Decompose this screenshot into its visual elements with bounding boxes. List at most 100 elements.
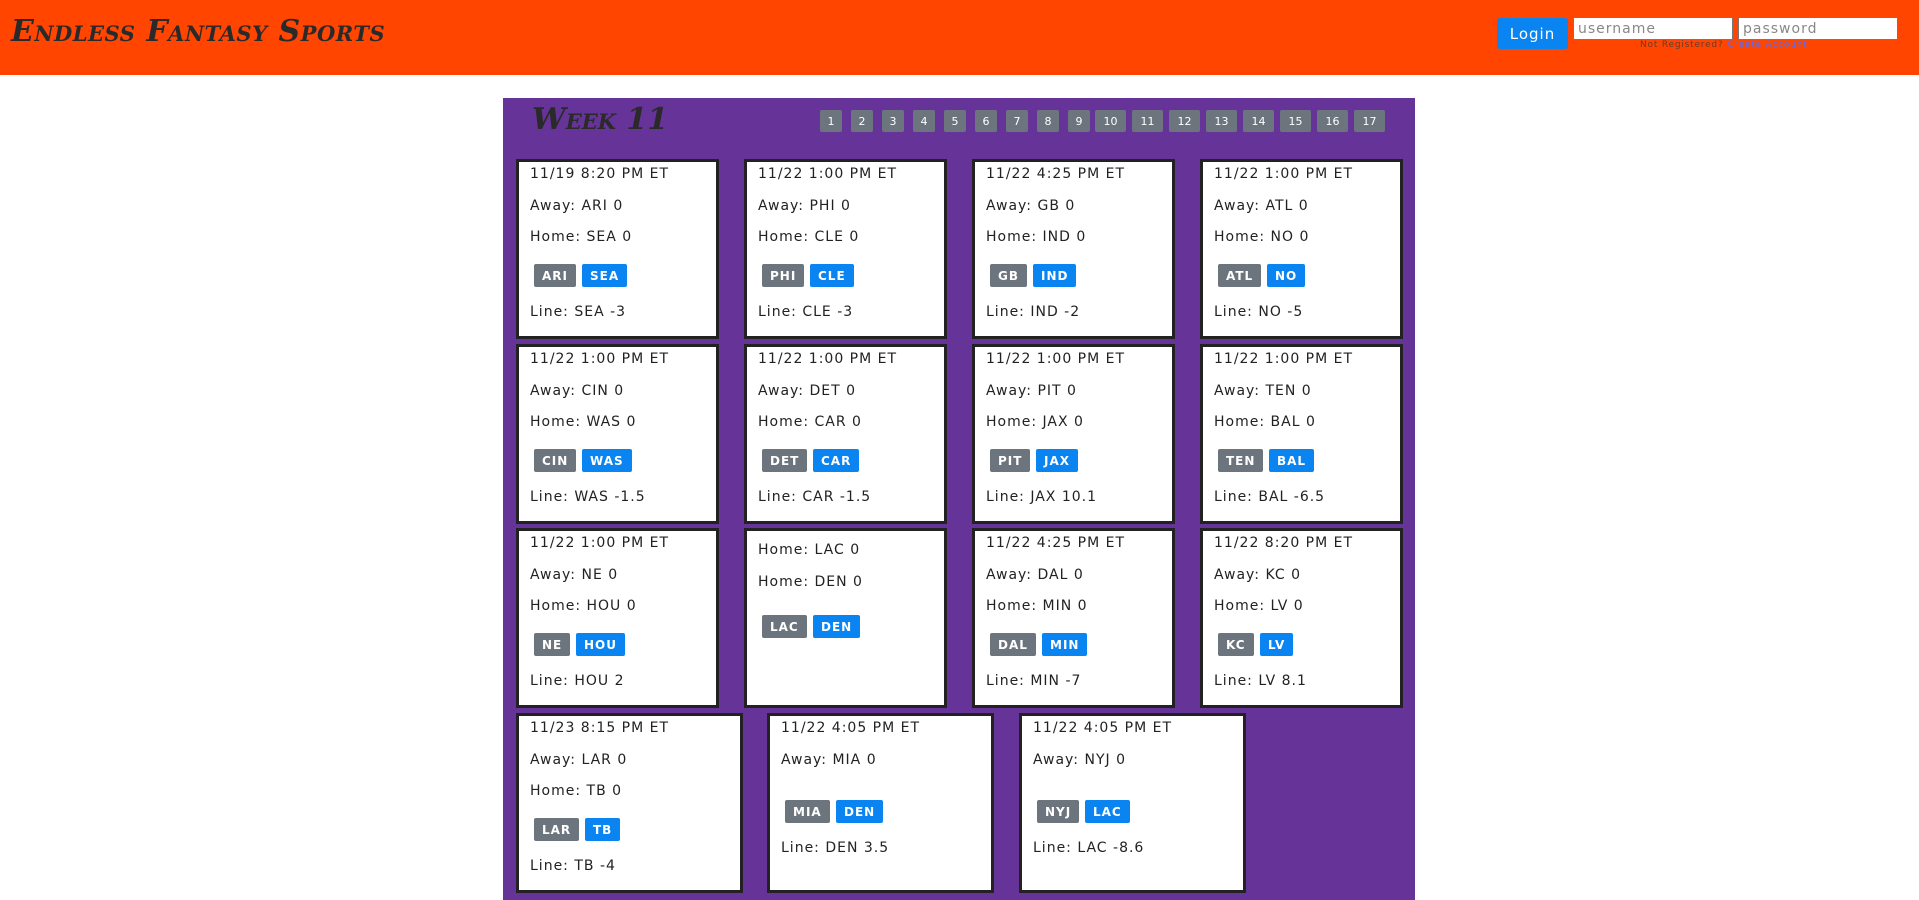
week-button-1[interactable]: 1 bbox=[820, 110, 842, 132]
pick-home-button[interactable]: LAC bbox=[1085, 800, 1130, 823]
pick-home-button[interactable]: IND bbox=[1033, 264, 1077, 287]
pick-home-button[interactable]: MIN bbox=[1042, 633, 1088, 656]
home-score: Home: HOU 0 bbox=[530, 598, 637, 614]
game-time: 11/22 1:00 PM ET bbox=[1214, 351, 1354, 367]
pick-away-button[interactable]: ATL bbox=[1218, 264, 1262, 287]
game-time: 11/22 1:00 PM ET bbox=[530, 535, 670, 551]
pick-home-button[interactable]: DEN bbox=[813, 615, 861, 638]
betting-line: Line: DEN 3.5 bbox=[781, 840, 890, 856]
game-card: 11/22 4:05 PM ET Away: NYJ 0 Line: LAC -8.… bbox=[1019, 713, 1246, 893]
create-account-link[interactable]: Create Account bbox=[1727, 40, 1807, 50]
week-button-3[interactable]: 3 bbox=[882, 110, 904, 132]
pick-away-button[interactable]: ARI bbox=[534, 264, 576, 287]
password-input[interactable] bbox=[1738, 17, 1898, 40]
betting-line: Line: JAX 10.1 bbox=[986, 489, 1098, 505]
pick-away-button[interactable]: DET bbox=[762, 449, 808, 472]
register-prompt: Not Registered? Create Account bbox=[1640, 40, 1808, 50]
home-score: Home: IND 0 bbox=[986, 229, 1087, 245]
week-button-5[interactable]: 5 bbox=[944, 110, 966, 132]
betting-line: Line: SEA -3 bbox=[530, 304, 627, 320]
away-score: Away: DAL 0 bbox=[986, 567, 1084, 583]
pick-away-button[interactable]: DAL bbox=[990, 633, 1036, 656]
away-score: Away: MIA 0 bbox=[781, 752, 877, 768]
away-score: Away: TEN 0 bbox=[1214, 383, 1312, 399]
week-button-10[interactable]: 10 bbox=[1095, 110, 1126, 132]
pick-home-button[interactable]: CLE bbox=[810, 264, 854, 287]
game-card: 11/22 1:00 PM ET Away: ATL 0 Home: NO 0 Lin… bbox=[1200, 159, 1403, 339]
game-time: 11/22 8:20 PM ET bbox=[1214, 535, 1354, 551]
pick-away-button[interactable]: MIA bbox=[785, 800, 830, 823]
away-score: Away: KC 0 bbox=[1214, 567, 1302, 583]
pick-away-button[interactable]: CIN bbox=[534, 449, 577, 472]
week-button-2[interactable]: 2 bbox=[851, 110, 873, 132]
week-button-15[interactable]: 15 bbox=[1280, 110, 1311, 132]
pick-away-button[interactable]: LAR bbox=[534, 818, 580, 841]
away-score: Away: PIT 0 bbox=[986, 383, 1077, 399]
pick-home-button[interactable]: WAS bbox=[582, 449, 632, 472]
game-card: 11/22 1:00 PM ET Away: PHI 0 Home: CLE 0 Li… bbox=[744, 159, 947, 339]
pick-away-button[interactable]: PIT bbox=[990, 449, 1031, 472]
game-card: 11/22 8:20 PM ET Away: KC 0 Home: LV 0 Line… bbox=[1200, 528, 1403, 708]
pick-home-button[interactable]: NO bbox=[1267, 264, 1306, 287]
game-time: 11/22 4:05 PM ET bbox=[1033, 720, 1173, 736]
away-score: Away: GB 0 bbox=[986, 198, 1076, 214]
pick-home-button[interactable]: BAL bbox=[1269, 449, 1315, 472]
pick-away-button[interactable]: GB bbox=[990, 264, 1027, 287]
week-button-6[interactable]: 6 bbox=[975, 110, 997, 132]
away-score: Away: NE 0 bbox=[530, 567, 619, 583]
pick-away-button[interactable]: KC bbox=[1218, 633, 1254, 656]
game-time: 11/22 1:00 PM ET bbox=[530, 351, 670, 367]
game-time: 11/22 4:05 PM ET bbox=[781, 720, 921, 736]
home-score: Home: LV 0 bbox=[1214, 598, 1304, 614]
betting-line: Line: CAR -1.5 bbox=[758, 489, 872, 505]
home-score: Home: BAL 0 bbox=[1214, 414, 1316, 430]
away-score: Away: DET 0 bbox=[758, 383, 857, 399]
betting-line: Line: BAL -6.5 bbox=[1214, 489, 1326, 505]
game-card: 11/22 1:00 PM ET Away: TEN 0 Home: BAL 0 Li… bbox=[1200, 344, 1403, 524]
pick-away-button[interactable]: TEN bbox=[1218, 449, 1264, 472]
game-time: 11/22 1:00 PM ET bbox=[986, 351, 1126, 367]
away-score: Away: ATL 0 bbox=[1214, 198, 1309, 214]
home-score: Home: WAS 0 bbox=[530, 414, 637, 430]
week-button-13[interactable]: 13 bbox=[1206, 110, 1237, 132]
username-input[interactable] bbox=[1573, 17, 1733, 40]
pick-home-button[interactable]: CAR bbox=[813, 449, 860, 472]
away-score: Away: LAR 0 bbox=[530, 752, 628, 768]
week-button-4[interactable]: 4 bbox=[913, 110, 935, 132]
week-button-8[interactable]: 8 bbox=[1037, 110, 1059, 132]
game-time: 11/22 4:25 PM ET bbox=[986, 535, 1126, 551]
game-card: 11/19 8:20 PM ET Away: ARI 0 Home: SEA 0 Li… bbox=[516, 159, 719, 339]
game-time: 11/22 4:25 PM ET bbox=[986, 166, 1126, 182]
pick-home-button[interactable]: HOU bbox=[576, 633, 625, 656]
home-score: Home: MIN 0 bbox=[986, 598, 1088, 614]
pick-away-button[interactable]: NYJ bbox=[1037, 800, 1080, 823]
game-card: 11/22 1:00 PM ET Away: NE 0 Home: HOU 0 Lin… bbox=[516, 528, 719, 708]
game-time: 11/22 1:00 PM ET bbox=[758, 166, 898, 182]
game-card: Home: LAC 0 Home: DEN 0 LAC DEN bbox=[744, 528, 947, 708]
week-button-9[interactable]: 9 bbox=[1068, 110, 1090, 132]
game-card: 11/22 1:00 PM ET Away: DET 0 Home: CAR 0 Li… bbox=[744, 344, 947, 524]
login-button[interactable]: Login bbox=[1497, 18, 1568, 49]
week-button-7[interactable]: 7 bbox=[1006, 110, 1028, 132]
game-card: 11/22 4:05 PM ET Away: MIA 0 Line: DEN 3.5… bbox=[767, 713, 994, 893]
pick-home-button[interactable]: LV bbox=[1260, 633, 1294, 656]
pick-away-button[interactable]: NE bbox=[534, 633, 571, 656]
game-time: 11/23 8:15 PM ET bbox=[530, 720, 670, 736]
week-button-12[interactable]: 12 bbox=[1169, 110, 1200, 132]
home-score: Home: CAR 0 bbox=[758, 414, 862, 430]
betting-line: Line: MIN -7 bbox=[986, 673, 1082, 689]
week-button-11[interactable]: 11 bbox=[1132, 110, 1163, 132]
pick-away-button[interactable]: LAC bbox=[762, 615, 807, 638]
week-button-17[interactable]: 17 bbox=[1354, 110, 1385, 132]
pick-home-button[interactable]: JAX bbox=[1036, 449, 1079, 472]
week-button-16[interactable]: 16 bbox=[1317, 110, 1348, 132]
game-card: 11/22 4:25 PM ET Away: GB 0 Home: IND 0 Lin… bbox=[972, 159, 1175, 339]
week-button-14[interactable]: 14 bbox=[1243, 110, 1274, 132]
home-score: Home: SEA 0 bbox=[530, 229, 633, 245]
away-score: Away: CIN 0 bbox=[530, 383, 625, 399]
pick-home-button[interactable]: DEN bbox=[836, 800, 884, 823]
pick-away-button[interactable]: PHI bbox=[762, 264, 805, 287]
pick-home-button[interactable]: TB bbox=[585, 818, 621, 841]
pick-home-button[interactable]: SEA bbox=[582, 264, 628, 287]
betting-line: Line: LV 8.1 bbox=[1214, 673, 1307, 689]
